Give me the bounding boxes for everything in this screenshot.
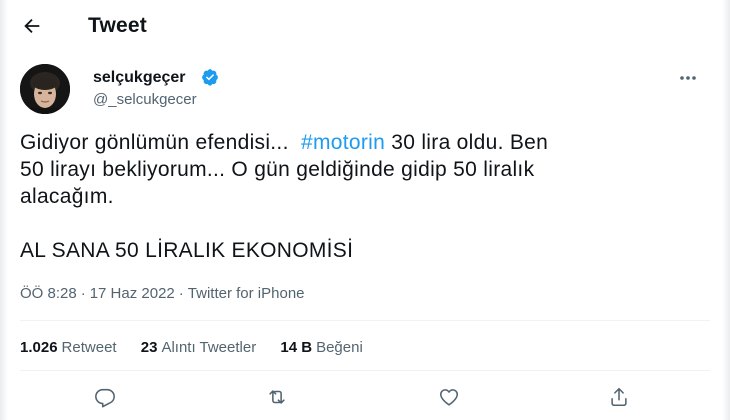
verified-badge-icon <box>202 69 218 86</box>
page-title: Tweet <box>88 14 147 37</box>
reply-button[interactable] <box>90 382 120 412</box>
action-bar <box>0 378 730 418</box>
likes-count: 14 B <box>280 339 313 356</box>
retweets-stat[interactable]: 1.026 Retweet <box>20 339 117 356</box>
tweet-date[interactable]: 17 Haz 2022 <box>90 285 175 302</box>
divider <box>20 320 710 321</box>
tweet-line-3: alacağım. <box>20 185 114 208</box>
avatar-image <box>20 64 70 114</box>
share-button[interactable] <box>604 382 634 412</box>
quote-tweets-stat[interactable]: 23 Alıntı Tweetler <box>141 339 256 356</box>
tweet-text-segment: Gidiyor gönlümün efendisi... <box>20 131 289 154</box>
divider <box>20 370 710 371</box>
more-icon <box>680 76 696 80</box>
quotes-count: 23 <box>140 339 158 356</box>
author-display-name[interactable]: selçukgeçer <box>93 69 186 87</box>
left-shadow-edge <box>0 0 8 420</box>
top-bar: Tweet <box>0 0 730 52</box>
right-shadow-edge <box>722 0 730 420</box>
avatar[interactable] <box>20 64 70 114</box>
like-button[interactable] <box>434 382 464 412</box>
back-arrow-icon <box>24 18 40 34</box>
tweet-line-2: 50 lirayı bekliyorum... O gün geldiğinde… <box>20 158 535 181</box>
likes-stat[interactable]: 14 B Beğeni <box>280 339 362 356</box>
likes-label: Beğeni <box>316 339 363 356</box>
hashtag-link[interactable]: #motorin <box>301 131 385 154</box>
tweet-line-1: Gidiyor gönlümün efendisi... #motorin 30… <box>20 129 710 156</box>
retweets-label: Retweet <box>61 339 117 356</box>
reply-icon <box>95 388 115 408</box>
author-handle[interactable]: @_selcukgecer <box>93 91 197 108</box>
tweet-page: Tweet selçukgeçer @_selcukgecer Gidiyor … <box>0 0 730 420</box>
tweet-stats: 1.026 Retweet 23 Alıntı Tweetler 14 B Beğen… <box>20 339 383 356</box>
tweet-text-segment: 30 lira oldu. Ben <box>391 131 549 154</box>
share-icon <box>611 387 627 407</box>
tweet-text: Gidiyor gönlümün efendisi... #motorin 30… <box>20 129 710 264</box>
tweet-meta: ÖÖ 8:28 · 17 Haz 2022 · Twitter for iPhone <box>20 285 305 302</box>
back-button[interactable] <box>18 12 46 40</box>
retweet-icon <box>269 390 285 404</box>
tweet-time[interactable]: ÖÖ 8:28 <box>20 285 77 302</box>
quotes-label: Alıntı Tweetler <box>161 339 257 356</box>
tweet-line-5: AL SANA 50 LİRALIK EKONOMİSİ <box>20 239 354 262</box>
like-icon <box>439 389 459 406</box>
retweet-button[interactable] <box>262 382 292 412</box>
meta-separator: · <box>178 285 184 302</box>
retweets-count: 1.026 <box>20 339 58 356</box>
meta-separator: · <box>80 285 86 302</box>
more-button[interactable] <box>676 68 700 88</box>
tweet-source[interactable]: Twitter for iPhone <box>188 285 305 302</box>
